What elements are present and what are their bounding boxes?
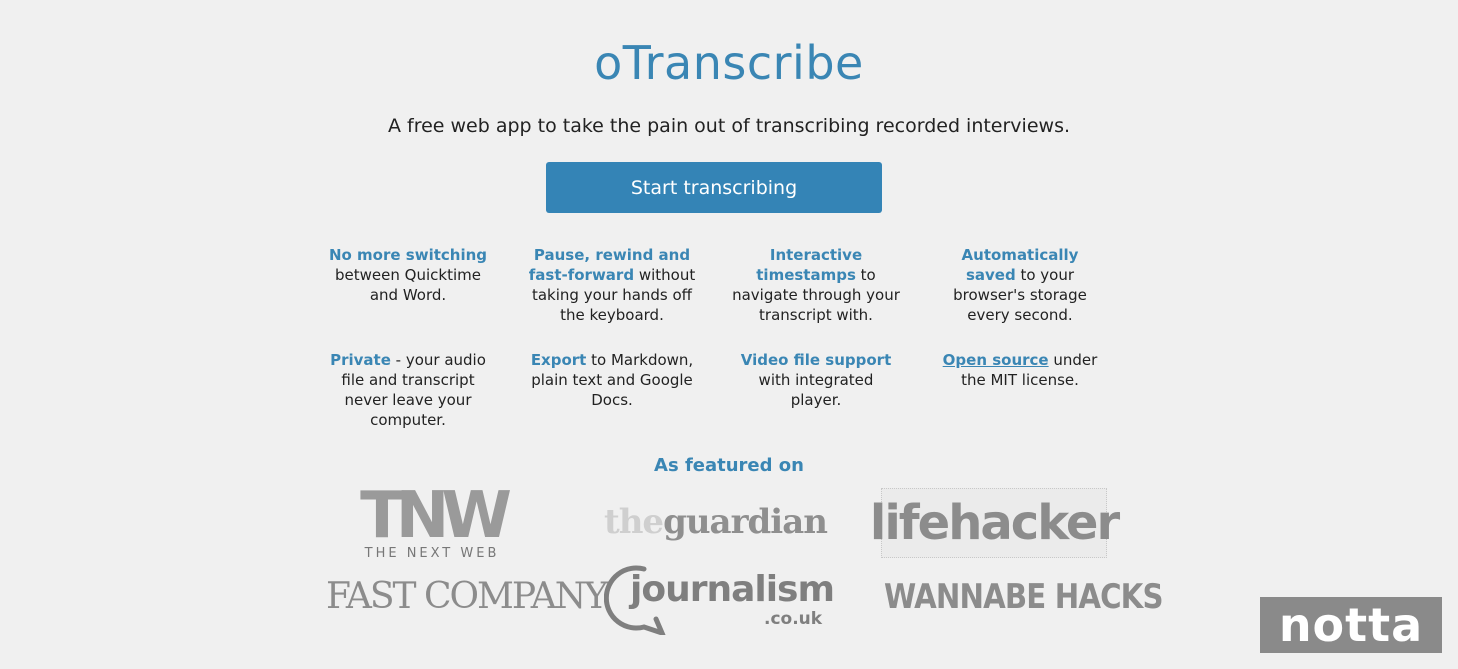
feature-highlight: No more switching: [328, 246, 488, 264]
start-transcribing-button[interactable]: Start transcribing: [546, 162, 882, 213]
feature-open-source: Open source under the MIT license.: [935, 350, 1105, 390]
journalism-logo: journalism .co.uk: [604, 563, 835, 635]
open-source-link[interactable]: Open source: [943, 351, 1049, 369]
wannabe-hacks-logo: WANNABE HACKS: [884, 577, 1164, 617]
feature-highlight: Interactive timestamps: [756, 246, 863, 284]
feature-text: between Quicktime and Word.: [335, 266, 481, 304]
app-subtitle: A free web app to take the pain out of t…: [387, 115, 1071, 137]
journalism-logo-domain: .co.uk: [764, 609, 823, 629]
guardian-logo: theguardian: [604, 502, 828, 542]
guardian-logo-name: guardian: [663, 502, 828, 542]
fastcompany-logo: FAST COMPANY: [326, 576, 608, 617]
tnw-logo-mark: TNW: [360, 479, 512, 553]
feature-highlight: Private: [330, 351, 391, 369]
feature-text: with integrated player.: [758, 371, 874, 409]
tnw-logo-caption: THE NEXT WEB: [364, 546, 500, 561]
feature-export: Export to Markdown, plain text and Googl…: [527, 350, 697, 410]
feature-highlight: Video file support: [740, 351, 892, 369]
feature-video-support: Video file support with integrated playe…: [731, 350, 901, 410]
featured-heading: As featured on: [654, 455, 804, 476]
feature-highlight: Export: [530, 351, 587, 369]
tnw-logo: TNW THE NEXT WEB: [352, 484, 512, 562]
notta-watermark: notta: [1260, 597, 1442, 653]
feature-no-more-switching: No more switching between Quicktime and …: [323, 245, 493, 305]
lifehacker-logo: lifehacker: [870, 488, 1120, 558]
feature-private: Private - your audio file and transcript…: [323, 350, 493, 430]
guardian-logo-the: the: [604, 502, 664, 542]
feature-autosave: Automatically saved to your browser's st…: [935, 245, 1105, 325]
feature-pause-rewind: Pause, rewind and fast-forward without t…: [527, 245, 697, 325]
journalism-logo-name: journalism: [630, 569, 835, 610]
feature-interactive-timestamps: Interactive timestamps to navigate throu…: [731, 245, 901, 325]
app-title: oTranscribe: [594, 36, 864, 90]
